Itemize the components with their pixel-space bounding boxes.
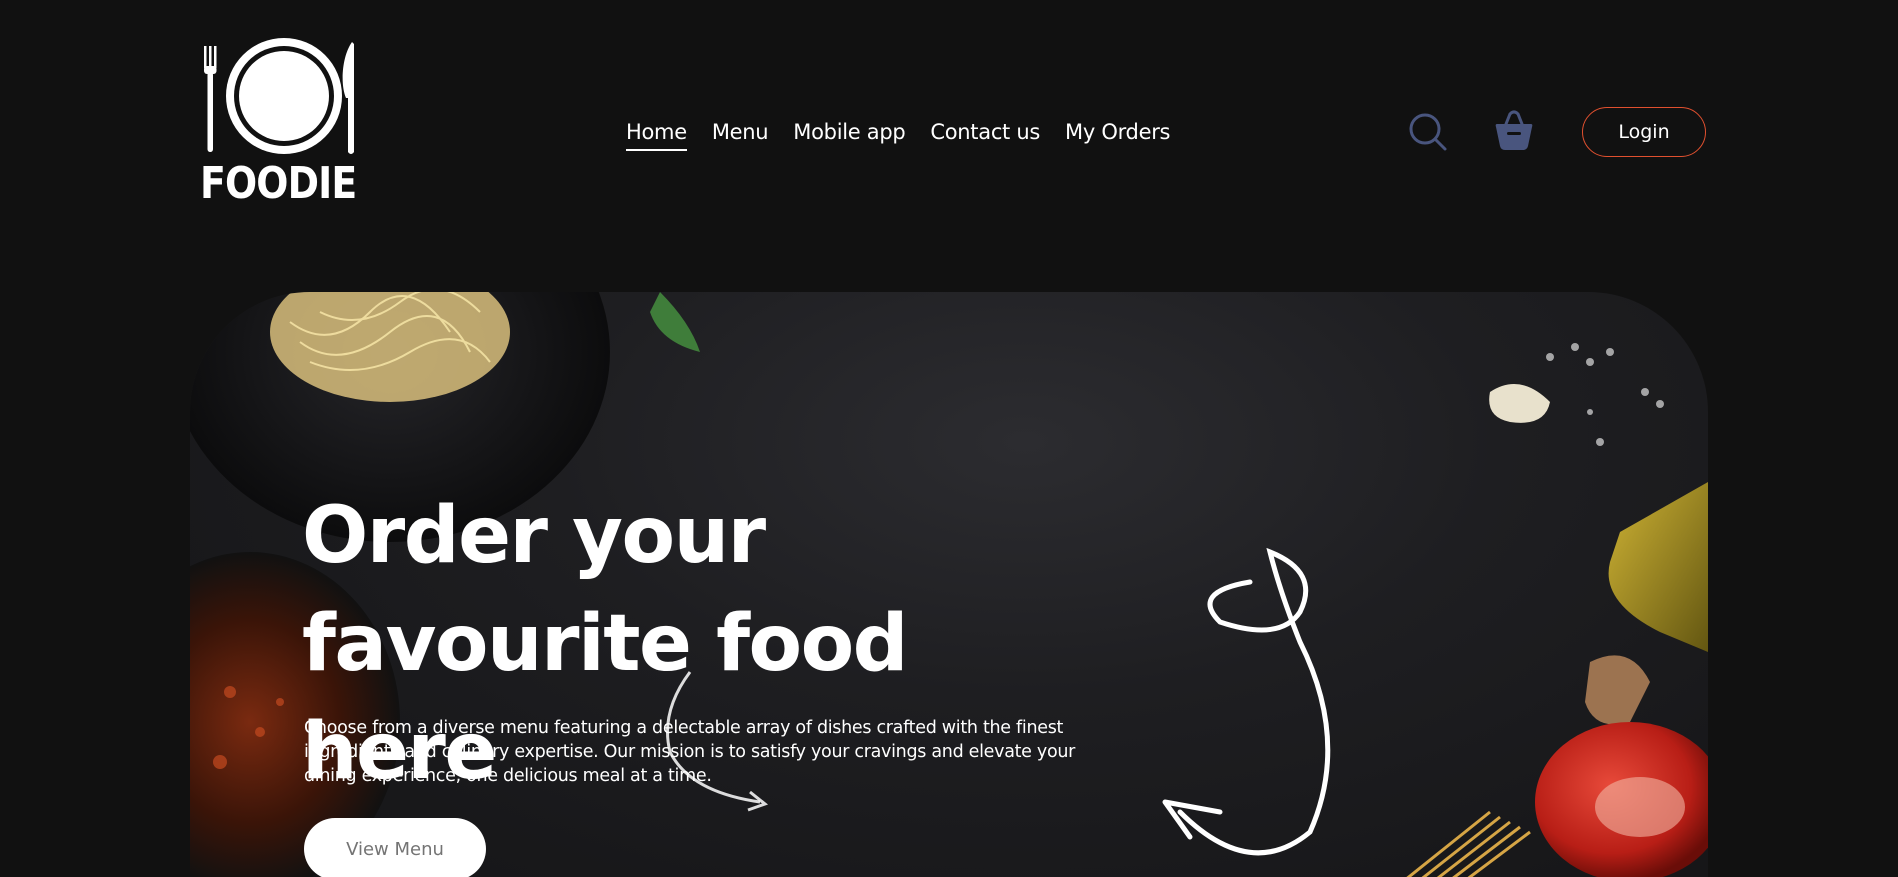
nav-home[interactable]: Home xyxy=(626,118,687,151)
plate-fork-knife-icon xyxy=(204,38,354,154)
login-button[interactable]: Login xyxy=(1582,107,1706,157)
basket-icon[interactable] xyxy=(1494,110,1534,152)
logo[interactable]: FOODIE xyxy=(200,36,366,210)
main-nav: Home Menu Mobile app Contact us My Order… xyxy=(626,118,1195,151)
view-menu-button[interactable]: View Menu xyxy=(304,818,486,877)
page: FOODIE Home Menu Mobile app Contact us M… xyxy=(0,0,1898,877)
search-icon[interactable] xyxy=(1408,112,1448,152)
hero-banner: Order your favourite food here Choose fr… xyxy=(190,292,1708,877)
hero-title-line-1: Order your xyxy=(302,491,766,581)
nav-menu[interactable]: Menu xyxy=(712,118,769,151)
hero-description: Choose from a diverse menu featuring a d… xyxy=(304,718,1076,786)
nav-contact-us[interactable]: Contact us xyxy=(930,118,1040,151)
nav-my-orders[interactable]: My Orders xyxy=(1065,118,1170,151)
logo-text: FOODIE xyxy=(200,158,357,209)
nav-mobile-app[interactable]: Mobile app xyxy=(793,118,905,151)
